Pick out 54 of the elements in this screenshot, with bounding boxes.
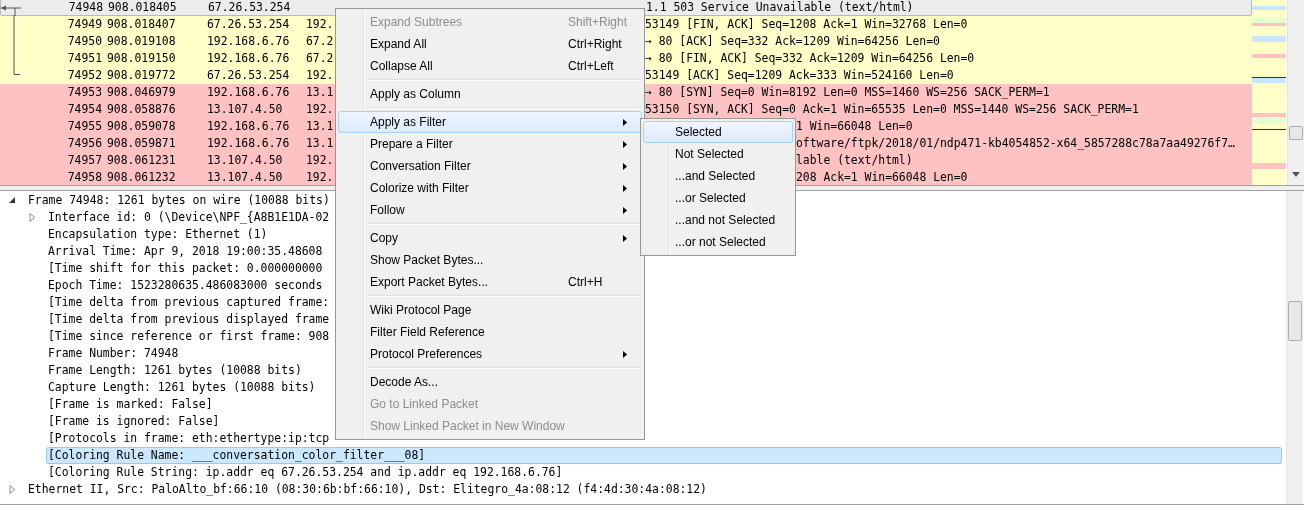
packet-destination: 13.1 (306, 85, 334, 99)
packet-source: 67.26.53.254 (207, 17, 290, 31)
packet-number: 74953 (67, 85, 102, 99)
packet-number: 74956 (67, 136, 102, 150)
packet-info: 53149 [ACK] Seq=1209 Ack=333 Win=524160 Len=0 (645, 67, 954, 84)
packet-info: → 80 [FIN, ACK] Seq=332 Ack=1209 Win=64256 Len=0 (645, 50, 975, 67)
packet-number: 74954 (67, 102, 102, 116)
packet-info: 53150 [SYN, ACK] Seq=0 Ack=1 Win=65535 Len=0 MSS=1440 WS=256 SACK_PERM=1 (645, 101, 1139, 118)
packet-time: 908.019772 (107, 68, 176, 82)
packet-destination: 192. (306, 17, 334, 31)
packet-info: 53149 [FIN, ACK] Seq=1208 Ack=1 Win=32768 Len=0 (645, 16, 968, 33)
packet-number: 74949 (67, 17, 102, 31)
packet-number: 74948 (68, 0, 103, 14)
packet-time: 908.018407 (107, 17, 176, 31)
packet-destination: 192. (306, 153, 334, 167)
packet-destination: 192. (306, 170, 334, 184)
packet-number: 74951 (67, 51, 102, 65)
packet-source: 67.26.53.254 (208, 0, 291, 14)
packet-destination: 192. (306, 68, 334, 82)
packet-destination: 13.1 (306, 136, 334, 150)
packet-time: 908.061232 (107, 170, 176, 184)
packet-source: 13.107.4.50 (207, 170, 283, 184)
packet-destination: 67.2 (306, 34, 334, 48)
packet-time: 908.046979 (107, 85, 176, 99)
packet-destination: 192. (306, 102, 334, 116)
packet-time: 908.019108 (107, 34, 176, 48)
packet-time: 908.059078 (107, 119, 176, 133)
packet-info: → 80 [SYN] Seq=0 Win=8192 Len=0 MSS=1460 WS=256 SACK_PERM=1 (645, 84, 1050, 101)
packet-number: 74958 (67, 170, 102, 184)
packet-number: 74955 (67, 119, 102, 133)
packet-time: 908.061231 (107, 153, 176, 167)
packet-destination: 13.1 (306, 119, 334, 133)
packet-source: 67.26.53.254 (207, 68, 290, 82)
packet-info: → 80 [ACK] Seq=332 Ack=1209 Win=64256 Len=0 (645, 33, 940, 50)
packet-time: 908.018405 (108, 0, 177, 14)
packet-source: 192.168.6.76 (207, 34, 290, 48)
packet-time: 908.059871 (107, 136, 176, 150)
packet-info: lable (text/html) (796, 152, 913, 169)
packet-source: 13.107.4.50 (207, 102, 283, 116)
packet-source: 192.168.6.76 (207, 136, 290, 150)
packet-number: 74952 (67, 68, 102, 82)
packet-info: 1 Win=66048 Len=0 (796, 118, 913, 135)
packet-source: 192.168.6.76 (207, 119, 290, 133)
packet-source: 13.107.4.50 (207, 153, 283, 167)
packet-time: 908.019150 (107, 51, 176, 65)
packet-info: oftware/ftpk/2018/01/ndp471-kb4054852-x64_5857288c78a7aa49276f7… (796, 135, 1235, 152)
packet-destination: 67.2 (306, 51, 334, 65)
packet-source: 192.168.6.76 (207, 85, 290, 99)
packet-number: 74950 (67, 34, 102, 48)
packet-info: 208 Ack=1 Win=66048 Len=0 (796, 169, 968, 185)
packet-source: 192.168.6.76 (207, 51, 290, 65)
packet-time: 908.058876 (107, 102, 176, 116)
packet-number: 74957 (67, 153, 102, 167)
packet-info: 1.1 503 Service Unavailable (text/html) (646, 0, 914, 15)
